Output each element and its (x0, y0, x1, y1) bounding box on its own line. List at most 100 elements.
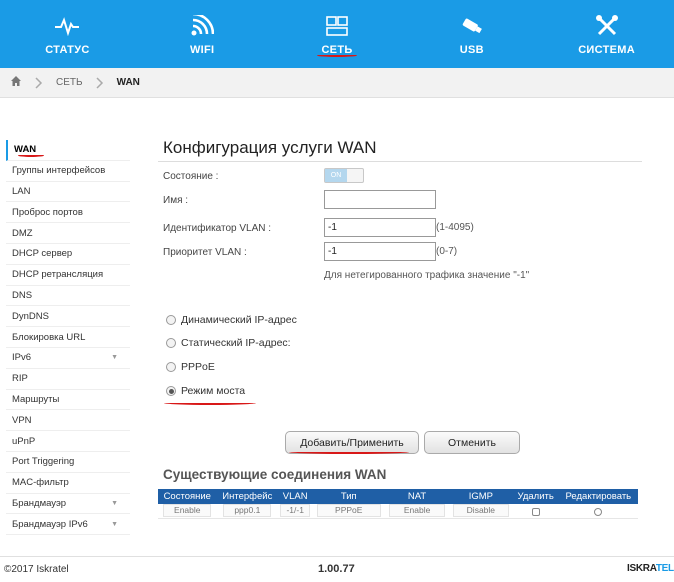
sidebar-item-label: IPv6 (12, 352, 32, 364)
delete-checkbox[interactable] (531, 507, 540, 516)
connections-title: Существующие соединения WAN (163, 467, 387, 482)
sidebar-item-upnp[interactable]: uPnP (6, 431, 130, 452)
nav-usb[interactable]: USB (404, 0, 539, 68)
mode-pppoe-label: PPPoE (181, 361, 215, 373)
sidebar-item-label: RIP (12, 373, 28, 385)
pulse-icon (53, 14, 81, 38)
table-cell: PPPoE (312, 504, 386, 519)
state-label: Состояние : (163, 171, 219, 182)
vlan-priority-input[interactable] (324, 242, 436, 261)
table-cell: Disable (448, 504, 513, 519)
mode-bridge[interactable]: Режим моста (166, 385, 245, 397)
sidebar-item-rip[interactable]: RIP (6, 369, 130, 390)
chevron-right-icon (93, 76, 107, 90)
name-input[interactable] (324, 190, 436, 209)
home-icon[interactable] (10, 75, 22, 90)
cancel-button[interactable]: Отменить (424, 431, 520, 454)
column-header: Интерфейс (216, 489, 279, 504)
cell-state: Enable (163, 504, 212, 518)
top-navigation: СТАТУС WIFI СЕТЬ USB СИСТЕМА (0, 0, 674, 68)
sidebar-item-firewall-ipv6[interactable]: Брандмауэр IPv6 ▼ (6, 514, 130, 536)
sidebar-item-dns[interactable]: DNS (6, 286, 130, 307)
sidebar-item-port-forwarding[interactable]: Проброс портов (6, 202, 130, 224)
mode-static-ip[interactable]: Статический IP-адрес: (166, 337, 291, 349)
table-row: Enable ppp0.1 -1/-1 PPPoE Enable Disable (158, 504, 638, 519)
sidebar-item-ipv6[interactable]: IPv6 ▼ (6, 348, 130, 369)
nav-status[interactable]: СТАТУС (0, 0, 135, 68)
tools-icon (593, 14, 621, 38)
sidebar-item-firewall[interactable]: Брандмауэр ▼ (6, 494, 130, 515)
nav-network[interactable]: СЕТЬ (270, 0, 405, 68)
sidebar-item-mac-filter[interactable]: MAC-фильтр (6, 473, 130, 494)
main-content: Конфигурация услуги WAN Состояние : ON И… (158, 138, 642, 519)
chevron-right-icon (32, 76, 46, 90)
sidebar-item-label: DNS (12, 289, 33, 301)
sidebar: WAN Группы интерфейсов LAN Проброс порто… (6, 140, 130, 536)
sidebar-item-port-triggering[interactable]: Port Triggering (6, 452, 130, 473)
name-label: Имя : (163, 195, 189, 206)
state-toggle-on: ON (325, 169, 347, 182)
sidebar-item-url-block[interactable]: Блокировка URL (6, 327, 130, 348)
column-header: Тип (312, 489, 386, 504)
table-cell: Enable (385, 504, 449, 519)
network-icon (323, 14, 351, 38)
sidebar-item-dmz[interactable]: DMZ (6, 223, 130, 244)
sidebar-item-lan[interactable]: LAN (6, 182, 130, 203)
breadcrumb-wan: WAN (116, 77, 140, 88)
sidebar-item-wan[interactable]: WAN (6, 140, 130, 161)
nav-system[interactable]: СИСТЕМА (539, 0, 674, 68)
radio-button[interactable] (166, 338, 176, 348)
copyright: ©2017 Iskratel (4, 564, 69, 575)
brand-logo-b: TEL (655, 563, 674, 574)
column-header: Состояние (158, 489, 217, 504)
sidebar-wan-underline (18, 154, 44, 157)
mode-static-ip-label: Статический IP-адрес: (181, 337, 291, 349)
sidebar-item-dhcp-relay[interactable]: DHCP ретрансляция (6, 265, 130, 286)
cell-interface: ppp0.1 (223, 504, 272, 518)
sidebar-item-label: Проброс портов (12, 206, 83, 218)
sidebar-item-label: MAC-фильтр (12, 477, 69, 489)
sidebar-item-interface-groups[interactable]: Группы интерфейсов (6, 161, 130, 182)
column-header: Удалить (512, 489, 559, 504)
nav-usb-label: USB (459, 44, 484, 56)
sidebar-item-label: VPN (12, 414, 32, 426)
sidebar-item-label: Блокировка URL (12, 331, 86, 343)
table-cell: -1/-1 (278, 504, 313, 519)
radio-button[interactable] (166, 362, 176, 372)
brand-logo-a: ISKRA (627, 563, 656, 574)
firmware-version: 1.00.77 (318, 563, 355, 575)
vlan-id-hint: (1-4095) (436, 222, 474, 233)
chevron-down-icon: ▼ (111, 520, 118, 528)
mode-bridge-label: Режим моста (181, 385, 246, 397)
nav-wifi[interactable]: WIFI (135, 0, 270, 68)
sidebar-item-label: DHCP ретрансляция (12, 269, 104, 281)
vlan-priority-hint: (0-7) (436, 246, 458, 257)
cell-vlan: -1/-1 (280, 504, 311, 518)
breadcrumb: СЕТЬ WAN (0, 68, 674, 98)
state-toggle[interactable]: ON (324, 168, 364, 183)
wifi-icon (188, 14, 216, 38)
sidebar-item-dhcp-server[interactable]: DHCP сервер (6, 244, 130, 265)
sidebar-item-dyndns[interactable]: DynDNS (6, 306, 130, 328)
edit-radio[interactable] (594, 507, 603, 516)
apply-button-underline (289, 450, 409, 454)
vlan-id-input[interactable] (324, 218, 436, 237)
sidebar-item-label: DHCP сервер (12, 248, 73, 260)
cell-igmp: Disable (452, 504, 509, 518)
table-cell (512, 504, 559, 519)
breadcrumb-network[interactable]: СЕТЬ (56, 77, 83, 88)
sidebar-item-vpn[interactable]: VPN (6, 410, 130, 432)
mode-dynamic-ip[interactable]: Динамический IP-адрес (166, 314, 297, 326)
column-header: Редактировать (558, 489, 638, 504)
column-header: IGMP (448, 489, 513, 504)
nav-network-underline (316, 54, 357, 57)
mode-bridge-underline (164, 401, 256, 405)
mode-pppoe[interactable]: PPPoE (166, 361, 215, 373)
radio-button[interactable] (166, 386, 176, 396)
sidebar-item-label: uPnP (12, 435, 36, 447)
untagged-note: Для нетегированного трафика значение "-1… (324, 270, 530, 281)
chevron-down-icon: ▼ (111, 499, 118, 507)
sidebar-item-routes[interactable]: Маршруты (6, 390, 130, 411)
radio-button[interactable] (166, 315, 176, 325)
table-cell: Enable (158, 504, 217, 519)
